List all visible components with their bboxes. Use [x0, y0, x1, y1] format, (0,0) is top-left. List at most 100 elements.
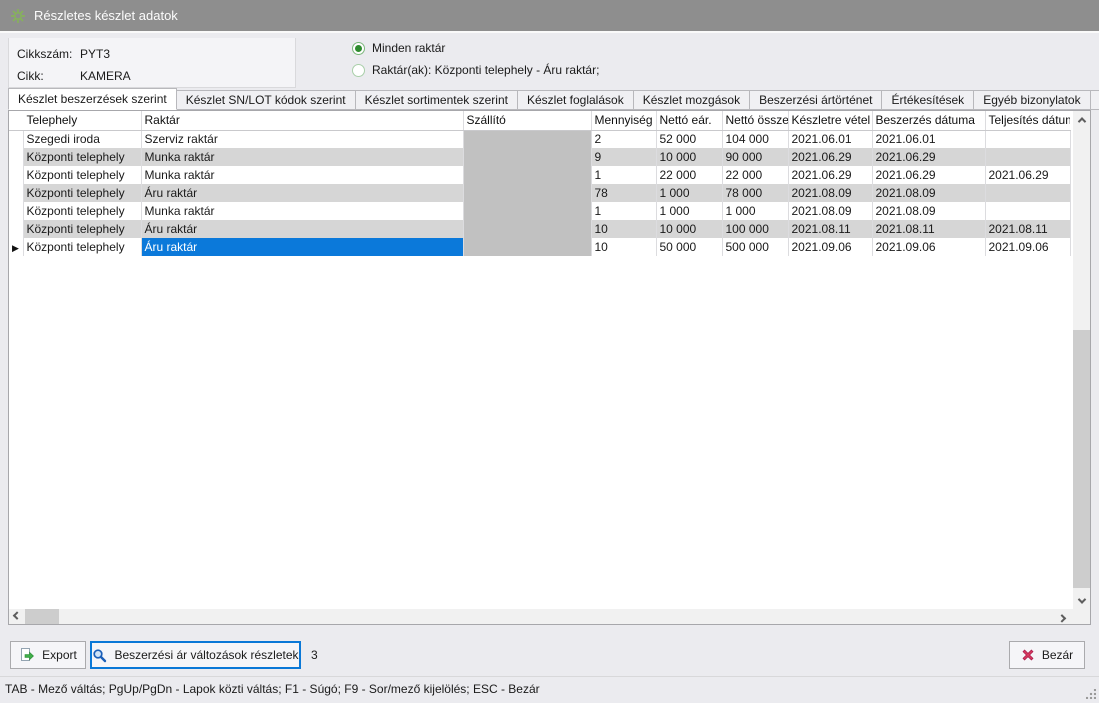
cell-keszletre-vetel[interactable]: 2021.09.06 [788, 238, 872, 256]
cell-keszletre-vetel[interactable]: 2021.06.01 [788, 130, 872, 148]
cell-telephely[interactable]: Szegedi iroda [23, 130, 141, 148]
resize-grip[interactable] [1086, 689, 1096, 699]
radio-all-warehouses[interactable]: Minden raktár [352, 37, 599, 59]
price-changes-details-button[interactable]: Beszerzési ár változások részletek [90, 641, 301, 669]
scroll-left-button[interactable] [9, 609, 25, 624]
cell-szallito-redacted[interactable] [463, 220, 591, 238]
cell-netto-ear[interactable]: 10 000 [656, 148, 722, 166]
cell-keszletre-vetel[interactable]: 2021.06.29 [788, 148, 872, 166]
column-header-telephely[interactable]: Telephely [23, 111, 141, 130]
column-header-beszerzes-datuma[interactable]: Beszerzés dátuma [872, 111, 985, 130]
tab-keszlet-foglalasok[interactable]: Készlet foglalások [518, 90, 634, 110]
cell-telephely[interactable]: Központi telephely [23, 202, 141, 220]
table-row[interactable]: ▶ Központi telephely Áru raktár 10 50 00… [9, 238, 1071, 256]
cell-netto-osszes[interactable]: 22 000 [722, 166, 788, 184]
cell-szallito-redacted[interactable] [463, 202, 591, 220]
column-header-keszletre-vetel[interactable]: Készletre vétel [788, 111, 872, 130]
table-row[interactable]: Szegedi iroda Szerviz raktár 2 52 000 10… [9, 130, 1071, 148]
cell-keszletre-vetel[interactable]: 2021.08.09 [788, 202, 872, 220]
table-row[interactable]: Központi telephely Munka raktár 1 22 000… [9, 166, 1071, 184]
cell-netto-ear[interactable]: 1 000 [656, 202, 722, 220]
column-header-teljesites-datuma[interactable]: Teljesítés dátuma [985, 111, 1071, 130]
tab-ertekesitesek[interactable]: Értékesítések [882, 90, 974, 110]
cell-keszletre-vetel[interactable]: 2021.08.11 [788, 220, 872, 238]
tab-keszlet-mozgasok[interactable]: Készlet mozgások [634, 90, 750, 110]
cell-telephely[interactable]: Központi telephely [23, 166, 141, 184]
cell-beszerzes-datuma[interactable]: 2021.08.09 [872, 202, 985, 220]
export-button[interactable]: Export [10, 641, 86, 669]
cell-netto-osszes[interactable]: 90 000 [722, 148, 788, 166]
cell-netto-osszes[interactable]: 100 000 [722, 220, 788, 238]
table-row[interactable]: Központi telephely Áru raktár 78 1 000 7… [9, 184, 1071, 202]
cell-mennyiseg[interactable]: 9 [591, 148, 656, 166]
cell-netto-osszes[interactable]: 78 000 [722, 184, 788, 202]
cell-mennyiseg[interactable]: 78 [591, 184, 656, 202]
cell-szallito-redacted[interactable] [463, 130, 591, 148]
tab-keszlet-beszerzesek[interactable]: Készlet beszerzések szerint [8, 88, 177, 110]
cell-beszerzes-datuma[interactable]: 2021.09.06 [872, 238, 985, 256]
cell-telephely[interactable]: Központi telephely [23, 220, 141, 238]
tab-keszlet-snlot[interactable]: Készlet SN/LOT kódok szerint [177, 90, 356, 110]
column-header-netto-osszes[interactable]: Nettó összes [722, 111, 788, 130]
cell-teljesites-datuma[interactable]: 2021.08.11 [985, 220, 1071, 238]
cell-raktar[interactable]: Áru raktár [141, 184, 463, 202]
tab-egyeb-bizonylatok[interactable]: Egyéb bizonylatok [974, 90, 1090, 110]
horizontal-scroll-thumb[interactable] [25, 609, 59, 624]
horizontal-scrollbar[interactable] [9, 609, 1070, 624]
cell-teljesites-datuma[interactable] [985, 130, 1071, 148]
cell-netto-ear[interactable]: 22 000 [656, 166, 722, 184]
cell-teljesites-datuma[interactable] [985, 202, 1071, 220]
cell-raktar[interactable]: Munka raktár [141, 148, 463, 166]
scroll-right-button[interactable] [1054, 609, 1070, 624]
title-bar[interactable]: Részletes készlet adatok [0, 0, 1099, 33]
cell-raktar[interactable]: Áru raktár [141, 220, 463, 238]
cell-raktar[interactable]: Áru raktár [141, 238, 463, 256]
cell-teljesites-datuma[interactable]: 2021.06.29 [985, 166, 1071, 184]
cell-szallito-redacted[interactable] [463, 184, 591, 202]
radio-specific-warehouses[interactable]: Raktár(ak): Központi telephely - Áru rak… [352, 59, 599, 81]
column-header-szallito[interactable]: Szállító [463, 111, 591, 130]
cell-mennyiseg[interactable]: 1 [591, 166, 656, 184]
cell-netto-osszes[interactable]: 104 000 [722, 130, 788, 148]
tab-keszlet-sortimentek[interactable]: Készlet sortimentek szerint [356, 90, 518, 110]
cell-netto-ear[interactable]: 50 000 [656, 238, 722, 256]
cell-mennyiseg[interactable]: 10 [591, 238, 656, 256]
cell-mennyiseg[interactable]: 1 [591, 202, 656, 220]
vertical-scrollbar[interactable] [1073, 111, 1090, 609]
scroll-down-button[interactable] [1073, 592, 1090, 609]
cell-teljesites-datuma[interactable] [985, 148, 1071, 166]
cell-beszerzes-datuma[interactable]: 2021.06.29 [872, 166, 985, 184]
cell-raktar[interactable]: Munka raktár [141, 166, 463, 184]
cell-telephely[interactable]: Központi telephely [23, 148, 141, 166]
column-header-raktar[interactable]: Raktár [141, 111, 463, 130]
cell-netto-osszes[interactable]: 500 000 [722, 238, 788, 256]
cell-raktar[interactable]: Szerviz raktár [141, 130, 463, 148]
close-button[interactable]: Bezár [1009, 641, 1085, 669]
table-row[interactable]: Központi telephely Munka raktár 1 1 000 … [9, 202, 1071, 220]
cell-telephely[interactable]: Központi telephely [23, 184, 141, 202]
column-header-mennyiseg[interactable]: Mennyiség [591, 111, 656, 130]
column-header-netto-ear[interactable]: Nettó eár. [656, 111, 722, 130]
vertical-scroll-thumb[interactable] [1073, 330, 1090, 588]
cell-netto-ear[interactable]: 1 000 [656, 184, 722, 202]
cell-beszerzes-datuma[interactable]: 2021.08.09 [872, 184, 985, 202]
cell-netto-osszes[interactable]: 1 000 [722, 202, 788, 220]
tab-keszlet-valtozasa[interactable]: Készlet változása [1091, 90, 1099, 110]
cell-beszerzes-datuma[interactable]: 2021.08.11 [872, 220, 985, 238]
cell-szallito-redacted[interactable] [463, 148, 591, 166]
cell-teljesites-datuma[interactable] [985, 184, 1071, 202]
cell-szallito-redacted[interactable] [463, 166, 591, 184]
cell-szallito-redacted[interactable] [463, 238, 591, 256]
cell-raktar[interactable]: Munka raktár [141, 202, 463, 220]
scroll-up-button[interactable] [1073, 111, 1090, 128]
cell-netto-ear[interactable]: 52 000 [656, 130, 722, 148]
cell-teljesites-datuma[interactable]: 2021.09.06 [985, 238, 1071, 256]
cell-keszletre-vetel[interactable]: 2021.08.09 [788, 184, 872, 202]
cell-mennyiseg[interactable]: 2 [591, 130, 656, 148]
cell-netto-ear[interactable]: 10 000 [656, 220, 722, 238]
cell-beszerzes-datuma[interactable]: 2021.06.29 [872, 148, 985, 166]
table-row[interactable]: Központi telephely Áru raktár 10 10 000 … [9, 220, 1071, 238]
cell-telephely[interactable]: Központi telephely [23, 238, 141, 256]
cell-beszerzes-datuma[interactable]: 2021.06.01 [872, 130, 985, 148]
tab-beszerzesi-artortenet[interactable]: Beszerzési ártörténet [750, 90, 882, 110]
